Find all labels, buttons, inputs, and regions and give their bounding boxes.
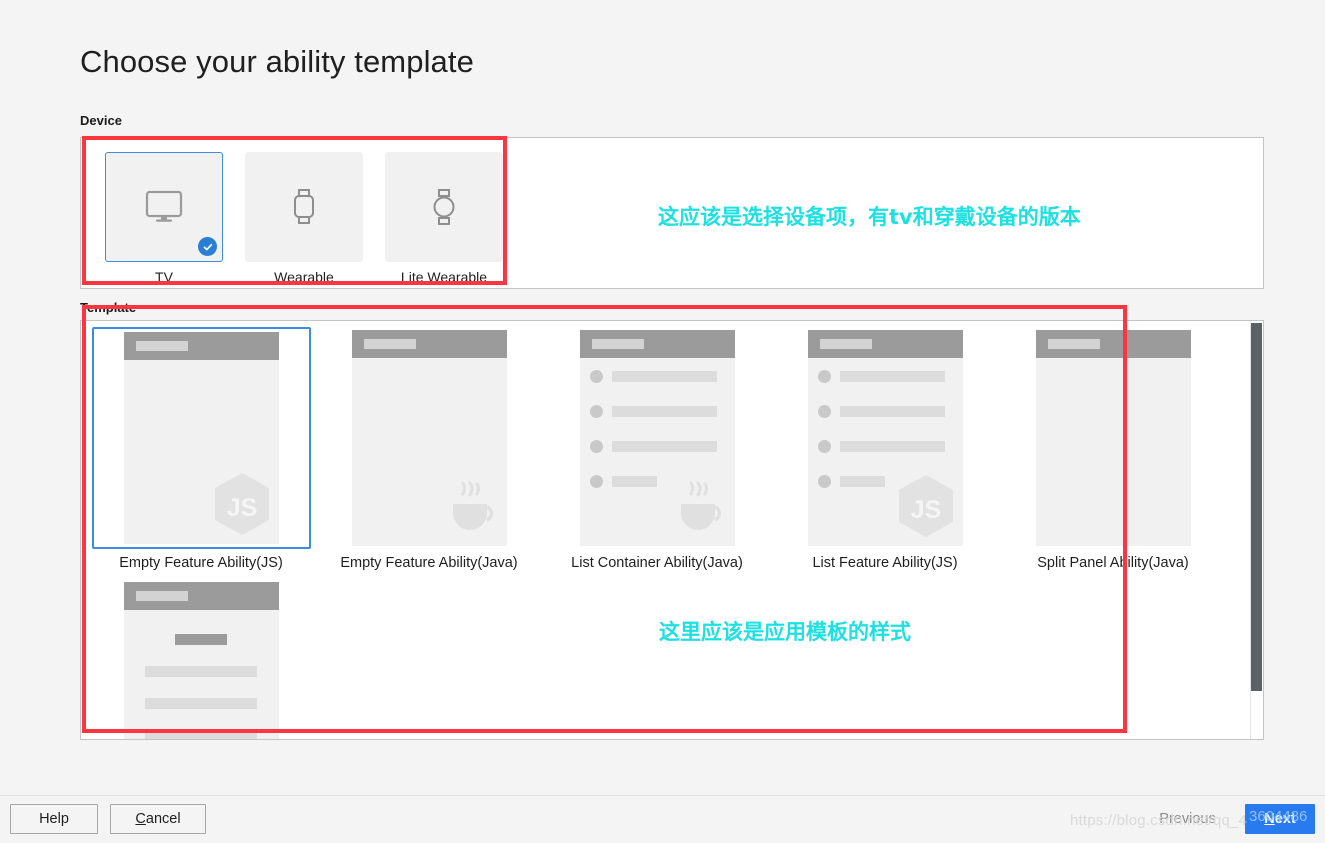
cancel-mnemonic: C: [135, 811, 146, 827]
template-preview-empty: [1035, 330, 1191, 546]
mock-text-line: [839, 441, 945, 452]
page-title: Choose your ability template: [80, 44, 474, 79]
cancel-label-rest: ancel: [145, 811, 181, 827]
mock-text-line: [611, 406, 717, 417]
mock-list-row: [580, 370, 735, 383]
device-card-list: TV Wearable Lite Wearable: [81, 138, 503, 285]
template-card-grid: JS Empty Feature Ability(JS) Empty Featu…: [81, 321, 1245, 739]
mock-title-bar: [579, 330, 735, 358]
template-card-empty-feature-java[interactable]: Empty Feature Ability(Java): [315, 327, 543, 571]
next-mnemonic: N: [1264, 811, 1275, 827]
help-button[interactable]: Help: [10, 804, 98, 834]
selected-check-badge: [198, 237, 217, 256]
template-label: Empty Feature Ability(JS): [119, 555, 283, 571]
round-smartwatch-icon: [433, 189, 455, 225]
mock-title-bar: [123, 332, 279, 360]
device-label: TV: [155, 269, 173, 285]
svg-text:JS: JS: [910, 496, 941, 524]
mock-bullet: [817, 370, 831, 383]
device-label: Lite Wearable: [400, 269, 488, 285]
mock-bullet: [589, 370, 603, 383]
template-label: Empty Feature Ability(Java): [340, 555, 518, 571]
mock-list-row: [808, 440, 963, 453]
template-scrollbar-track[interactable]: [1250, 321, 1263, 739]
mock-text-line: [145, 666, 257, 677]
mock-list-row: [580, 440, 735, 453]
template-panel: JS Empty Feature Ability(JS) Empty Featu…: [80, 320, 1264, 740]
device-thumb-wearable[interactable]: [245, 152, 363, 262]
mock-bullet: [817, 475, 831, 488]
mock-bullet: [589, 475, 603, 488]
wizard-dialog: Choose your ability template Device TV W…: [0, 0, 1325, 843]
mock-list-row: [580, 405, 735, 418]
template-scrollbar-thumb[interactable]: [1251, 323, 1262, 691]
device-label: Wearable: [274, 269, 334, 285]
template-frame[interactable]: [1003, 327, 1223, 549]
device-card-lite-wearable[interactable]: Lite Wearable: [385, 152, 503, 285]
next-button[interactable]: Next: [1245, 804, 1315, 834]
mock-text-line: [839, 406, 945, 417]
mock-centered-content: [124, 634, 279, 739]
template-card-list-container-java[interactable]: List Container Ability(Java): [543, 327, 771, 571]
mock-title-bar: [807, 330, 963, 358]
template-card-row2-partial[interactable]: [87, 579, 315, 739]
annotation-text-device: 这应该是选择设备项，有tv和穿戴设备的版本: [658, 205, 1081, 229]
template-preview-list: [579, 330, 735, 546]
mock-list-row: [808, 370, 963, 383]
template-label: List Container Ability(Java): [571, 555, 743, 571]
template-frame[interactable]: JS: [91, 327, 311, 549]
mock-bullet: [817, 440, 831, 453]
js-hexagon-icon: JS: [213, 472, 271, 536]
template-card-list-feature-js[interactable]: JS List Feature Ability(JS): [771, 327, 999, 571]
template-preview-centered: [123, 582, 279, 739]
template-section-label: Template: [80, 300, 137, 315]
template-frame[interactable]: [91, 579, 311, 739]
next-label-rest: ext: [1274, 811, 1296, 827]
template-frame[interactable]: [319, 327, 539, 549]
template-preview-empty: [351, 330, 507, 546]
mock-title-bar: [351, 330, 507, 358]
mock-text-line: [611, 371, 717, 382]
device-card-wearable[interactable]: Wearable: [245, 152, 363, 285]
mock-text-line: [839, 476, 885, 487]
mock-text-line: [611, 441, 717, 452]
square-smartwatch-icon: [294, 189, 314, 224]
js-hexagon-icon: JS: [897, 474, 955, 538]
device-thumb-lite-wearable[interactable]: [385, 152, 503, 262]
template-card-empty-feature-js[interactable]: JS Empty Feature Ability(JS): [87, 327, 315, 571]
cancel-button[interactable]: Cancel: [110, 804, 206, 834]
mock-text-line: [145, 730, 257, 739]
tv-monitor-icon: [145, 190, 183, 222]
svg-text:JS: JS: [226, 494, 257, 522]
template-preview-empty: JS: [123, 332, 279, 544]
mock-bullet: [589, 440, 603, 453]
template-label: Split Panel Ability(Java): [1037, 555, 1189, 571]
previous-button[interactable]: Previous: [1140, 804, 1235, 834]
mock-bullet: [817, 405, 831, 418]
java-coffee-cup-icon: [441, 480, 499, 538]
check-icon: [203, 243, 212, 250]
device-thumb-tv[interactable]: [105, 152, 223, 262]
mock-title-bar: [123, 582, 279, 610]
annotation-text-template: 这里应该是应用模板的样式: [659, 620, 911, 644]
mock-text-line: [839, 371, 945, 382]
template-preview-list: JS: [807, 330, 963, 546]
template-frame[interactable]: [547, 327, 767, 549]
dialog-footer: Help Cancel Previous Next: [0, 795, 1325, 843]
mock-text-line: [145, 698, 257, 709]
mock-title-bar: [1035, 330, 1191, 358]
mock-heading-line: [175, 634, 227, 645]
mock-bullet: [589, 405, 603, 418]
mock-list-row: [808, 405, 963, 418]
mock-text-line: [611, 476, 657, 487]
java-coffee-cup-icon: [669, 480, 727, 538]
template-label: List Feature Ability(JS): [812, 555, 958, 571]
device-section-label: Device: [80, 113, 122, 128]
template-card-split-panel-java[interactable]: Split Panel Ability(Java): [999, 327, 1227, 571]
template-frame[interactable]: JS: [775, 327, 995, 549]
device-card-tv[interactable]: TV: [105, 152, 223, 285]
